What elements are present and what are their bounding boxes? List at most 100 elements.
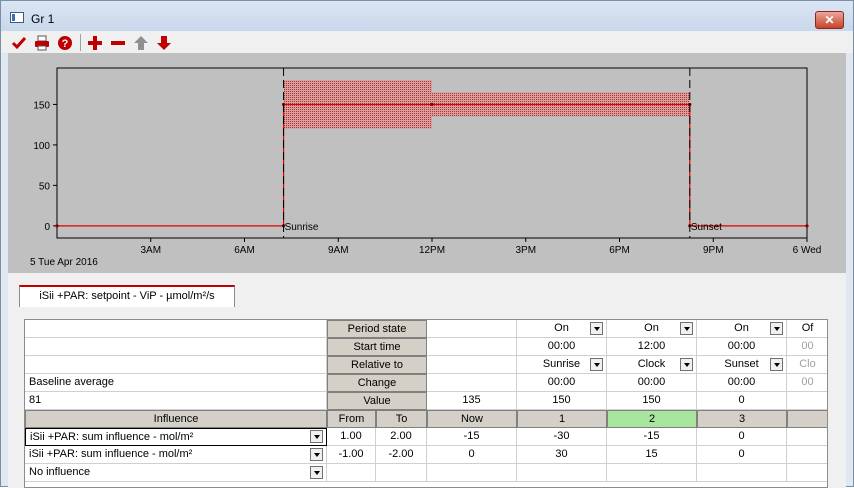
influence-3-to[interactable] <box>376 464 427 482</box>
y-tick-label: 50 <box>39 181 51 192</box>
period-grid: Period state On On On Of Start time 00:0… <box>24 319 828 488</box>
print-icon[interactable] <box>33 34 50 51</box>
period-2-relative-text: Clock <box>637 358 666 370</box>
influence-1-p1: -30 <box>517 428 607 446</box>
influence-3-p2 <box>607 464 697 482</box>
period-3-change[interactable]: 00:00 <box>697 374 787 392</box>
col-header-period-1[interactable]: 1 <box>517 410 607 428</box>
x-tick-label: 6AM <box>234 245 255 256</box>
period-4-relative[interactable]: Clo <box>787 356 827 374</box>
grid-cell <box>787 464 827 482</box>
y-tick-label: 100 <box>33 141 50 152</box>
chart-panel: 0 50 100 150 3AM 6AM 9AM 12PM 3PM 6PM 9PM 6 Wed Su… <box>8 53 846 273</box>
influence-1-now: -15 <box>427 428 517 446</box>
baseline-label: Baseline average <box>25 374 327 392</box>
col-header-period-3[interactable]: 3 <box>697 410 787 428</box>
col-header-to: To <box>376 410 427 428</box>
influence-2-select[interactable]: iSii +PAR: sum influence - mol/m² <box>25 446 327 464</box>
period-2-state-text: On <box>644 322 659 334</box>
grid-cell <box>427 356 517 374</box>
influence-2-now: 0 <box>427 446 517 464</box>
period-4-state[interactable]: Of <box>787 320 827 338</box>
chevron-down-icon[interactable] <box>310 466 323 479</box>
influence-3-p3 <box>697 464 787 482</box>
y-tick-label: 150 <box>33 100 50 111</box>
influence-1-select[interactable]: iSii +PAR: sum influence - mol/m² <box>25 428 327 446</box>
move-down-icon[interactable] <box>155 34 172 51</box>
period-1-start[interactable]: 00:00 <box>517 338 607 356</box>
influence-1-p2: -15 <box>607 428 697 446</box>
period-4-state-text: Of <box>801 322 814 334</box>
period-2-start[interactable]: 12:00 <box>607 338 697 356</box>
period-4-change[interactable]: 00 <box>787 374 827 392</box>
chevron-down-icon[interactable] <box>310 448 323 461</box>
title-bar: Gr 1 ✕ <box>1 1 853 31</box>
influence-2-name: iSii +PAR: sum influence - mol/m² <box>29 448 193 460</box>
period-1-state-text: On <box>554 322 569 334</box>
chevron-down-icon[interactable] <box>680 322 693 335</box>
influence-1-name: iSii +PAR: sum influence - mol/m² <box>30 431 194 443</box>
grid-cell <box>787 446 827 464</box>
chevron-down-icon[interactable] <box>590 358 603 371</box>
influence-3-now <box>427 464 517 482</box>
influence-3-select[interactable]: No influence <box>25 464 327 482</box>
svg-text:?: ? <box>61 38 68 50</box>
period-3-relative-text: Sunset <box>724 358 759 370</box>
grid-cell <box>427 320 517 338</box>
row-header-relative-to: Relative to <box>327 356 427 374</box>
period-4-start[interactable]: 00 <box>787 338 827 356</box>
row-header-change: Change <box>327 374 427 392</box>
add-row-icon[interactable] <box>86 34 103 51</box>
chevron-down-icon[interactable] <box>680 358 693 371</box>
influence-1-from[interactable]: 1.00 <box>327 428 376 446</box>
col-header-period-2[interactable]: 2 <box>607 410 697 428</box>
tab-setpoint[interactable]: iSii +PAR: setpoint - ViP - µmol/m²/s <box>19 285 235 307</box>
annotation-label: Sunrise <box>285 222 319 233</box>
period-3-state-text: On <box>734 322 749 334</box>
close-button[interactable]: ✕ <box>815 11 844 29</box>
grid-label-empty <box>25 338 327 356</box>
remove-row-icon[interactable] <box>109 34 126 51</box>
influence-2-from[interactable]: -1.00 <box>327 446 376 464</box>
grid-cell <box>427 374 517 392</box>
help-icon[interactable]: ? <box>56 34 73 51</box>
data-point <box>430 102 434 107</box>
tab-strip: iSii +PAR: setpoint - ViP - µmol/m²/s <box>19 285 829 307</box>
col-header-influence: Influence <box>25 410 327 428</box>
x-tick-label: 12PM <box>419 245 445 256</box>
period-3-value[interactable]: 0 <box>697 392 787 410</box>
toolbar-separator <box>80 34 81 51</box>
annotation-label: Sunset <box>691 222 722 233</box>
period-2-change[interactable]: 00:00 <box>607 374 697 392</box>
influence-2-p1: 30 <box>517 446 607 464</box>
col-header-from: From <box>327 410 376 428</box>
influence-2-to[interactable]: -2.00 <box>376 446 427 464</box>
x-tick-label: 9PM <box>703 245 724 256</box>
chevron-down-icon[interactable] <box>770 322 783 335</box>
check-icon[interactable] <box>10 34 27 51</box>
value-now: 135 <box>427 392 517 410</box>
influence-1-p3: 0 <box>697 428 787 446</box>
move-up-icon[interactable] <box>132 34 149 51</box>
chevron-down-icon[interactable] <box>590 322 603 335</box>
col-header-period-4 <box>787 410 827 428</box>
y-tick-label: 0 <box>44 222 50 233</box>
chevron-down-icon[interactable] <box>310 430 323 443</box>
x-tick-label: 9AM <box>328 245 349 256</box>
period-1-change[interactable]: 00:00 <box>517 374 607 392</box>
grid-cell <box>787 428 827 446</box>
influence-3-name: No influence <box>29 466 91 478</box>
chevron-down-icon[interactable] <box>770 358 783 371</box>
data-point <box>805 224 809 228</box>
influence-3-from[interactable] <box>327 464 376 482</box>
baseline-value: 81 <box>25 392 327 410</box>
x-tick-label: 6 Wed <box>793 245 822 256</box>
x-tick-label: 3AM <box>140 245 161 256</box>
period-4-value[interactable] <box>787 392 827 410</box>
period-3-start[interactable]: 00:00 <box>697 338 787 356</box>
period-2-value[interactable]: 150 <box>607 392 697 410</box>
influence-2-p3: 0 <box>697 446 787 464</box>
period-1-value[interactable]: 150 <box>517 392 607 410</box>
influence-1-to[interactable]: 2.00 <box>376 428 427 446</box>
window-title: Gr 1 <box>31 12 55 26</box>
